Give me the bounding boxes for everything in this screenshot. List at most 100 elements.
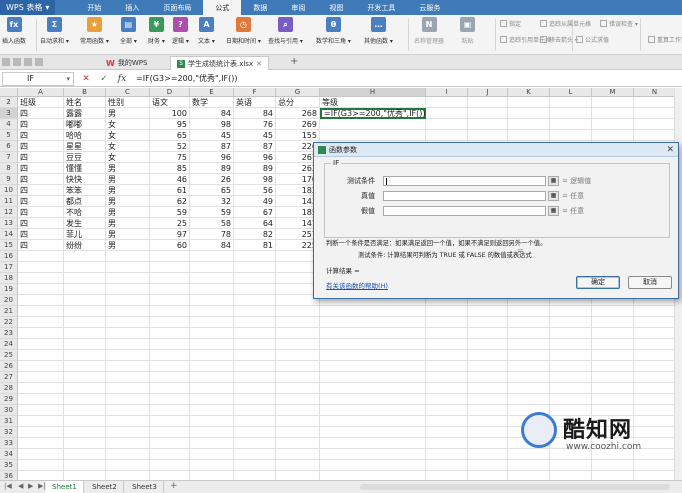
grid-cell[interactable] <box>468 130 508 141</box>
table-cell[interactable]: 四 <box>18 196 64 207</box>
ribbon-button[interactable]: Σ 自动求和 ▾ <box>40 17 69 45</box>
grid-cell[interactable] <box>276 317 320 328</box>
grid-cell[interactable] <box>426 97 468 108</box>
grid-cell[interactable] <box>320 394 426 405</box>
grid-cell[interactable] <box>426 460 468 471</box>
grid-cell[interactable] <box>592 97 634 108</box>
ribbon-button[interactable]: ◷ 日期和时间 ▾ <box>226 17 261 45</box>
print-icon[interactable] <box>24 58 32 66</box>
grid-cell[interactable] <box>508 108 550 119</box>
grid-cell[interactable] <box>634 317 676 328</box>
grid-cell[interactable] <box>468 394 508 405</box>
grid-cell[interactable] <box>320 405 426 416</box>
grid-cell[interactable] <box>106 339 150 350</box>
grid-cell[interactable] <box>508 317 550 328</box>
grid-cell[interactable] <box>320 361 426 372</box>
menu-tab[interactable]: 开发工具 <box>355 0 407 15</box>
grid-cell[interactable] <box>320 427 426 438</box>
grid-cell[interactable] <box>592 361 634 372</box>
row-header[interactable]: 2 <box>0 97 18 108</box>
grid-cell[interactable] <box>468 449 508 460</box>
grid-cell[interactable] <box>106 427 150 438</box>
grid-cell[interactable] <box>634 350 676 361</box>
grid-cell[interactable] <box>468 471 508 480</box>
grid-cell[interactable] <box>508 361 550 372</box>
grid-cell[interactable] <box>550 317 592 328</box>
tab-workbook[interactable]: S 学生成绩统计表.xlsx ✕ <box>170 56 269 70</box>
row-header[interactable]: 30 <box>0 405 18 416</box>
table-cell[interactable]: 纷纷 <box>64 240 106 251</box>
grid-cell[interactable] <box>508 460 550 471</box>
grid-cell[interactable] <box>150 295 190 306</box>
app-menu-button[interactable]: WPS 表格 ▾ <box>0 0 56 15</box>
grid-cell[interactable] <box>276 460 320 471</box>
function-help-link[interactable]: 有关该函数的帮助(H) <box>326 280 388 290</box>
table-cell[interactable]: 155 <box>276 130 320 141</box>
grid-cell[interactable] <box>106 295 150 306</box>
grid-cell[interactable] <box>508 119 550 130</box>
table-cell[interactable]: 男 <box>106 185 150 196</box>
grid-cell[interactable] <box>150 438 190 449</box>
grid-cell[interactable] <box>64 372 106 383</box>
grid-cell[interactable] <box>18 306 64 317</box>
grid-cell[interactable] <box>106 416 150 427</box>
menu-tab[interactable]: 审阅 <box>279 0 317 15</box>
grid-cell[interactable] <box>634 361 676 372</box>
prev-sheet-icon[interactable]: ◀ <box>18 482 23 490</box>
grid-cell[interactable] <box>550 383 592 394</box>
grid-cell[interactable] <box>468 317 508 328</box>
menu-tab[interactable]: 页面布局 <box>151 0 203 15</box>
sheet-tab[interactable]: Sheet1 <box>46 481 84 493</box>
grid-cell[interactable] <box>190 251 234 262</box>
grid-cell[interactable] <box>634 97 676 108</box>
grid-cell[interactable] <box>234 284 276 295</box>
next-sheet-icon[interactable]: ▶ <box>28 482 33 490</box>
table-cell[interactable]: 四 <box>18 218 64 229</box>
grid-cell[interactable] <box>18 372 64 383</box>
table-cell[interactable]: 四 <box>18 141 64 152</box>
grid-cell[interactable] <box>320 130 426 141</box>
grid-cell[interactable] <box>18 273 64 284</box>
table-cell[interactable]: 61 <box>150 185 190 196</box>
table-header-cell[interactable]: 姓名 <box>64 97 106 108</box>
grid-cell[interactable] <box>508 372 550 383</box>
grid-cell[interactable] <box>190 273 234 284</box>
row-header[interactable]: 21 <box>0 306 18 317</box>
grid-cell[interactable] <box>190 328 234 339</box>
table-cell[interactable]: 49 <box>234 196 276 207</box>
grid-cell[interactable] <box>468 350 508 361</box>
row-header[interactable]: 25 <box>0 350 18 361</box>
table-cell[interactable]: 45 <box>190 130 234 141</box>
column-header[interactable]: E <box>190 88 234 97</box>
ribbon-button[interactable]: … 其他函数 ▾ <box>364 17 393 45</box>
argument-input[interactable] <box>383 191 546 201</box>
grid-cell[interactable] <box>276 361 320 372</box>
grid-cell[interactable] <box>106 471 150 480</box>
formula-input[interactable]: =IF(G3>=200,"优秀",IF()) <box>136 73 238 84</box>
grid-cell[interactable] <box>18 350 64 361</box>
table-cell[interactable]: 76 <box>234 119 276 130</box>
row-header[interactable]: 23 <box>0 328 18 339</box>
grid-cell[interactable] <box>320 449 426 460</box>
grid-cell[interactable] <box>18 251 64 262</box>
grid-cell[interactable] <box>190 284 234 295</box>
column-header[interactable]: H <box>320 88 426 97</box>
grid-cell[interactable] <box>190 361 234 372</box>
grid-cell[interactable] <box>64 460 106 471</box>
ribbon-button[interactable]: ? 逻辑 ▾ <box>172 17 189 45</box>
ribbon-button[interactable]: θ 数学和三角 ▾ <box>316 17 351 45</box>
table-cell[interactable]: 84 <box>190 240 234 251</box>
table-cell[interactable]: 87 <box>234 141 276 152</box>
grid-cell[interactable] <box>64 295 106 306</box>
name-box[interactable]: IF ▾ <box>2 71 74 86</box>
grid-cell[interactable] <box>190 339 234 350</box>
grid-cell[interactable] <box>634 119 676 130</box>
table-cell[interactable]: 64 <box>234 218 276 229</box>
grid-cell[interactable] <box>426 449 468 460</box>
grid-cell[interactable] <box>426 427 468 438</box>
table-cell[interactable]: 59 <box>190 207 234 218</box>
column-header[interactable]: G <box>276 88 320 97</box>
grid-cell[interactable] <box>468 427 508 438</box>
grid-cell[interactable] <box>106 438 150 449</box>
grid-cell[interactable] <box>508 383 550 394</box>
